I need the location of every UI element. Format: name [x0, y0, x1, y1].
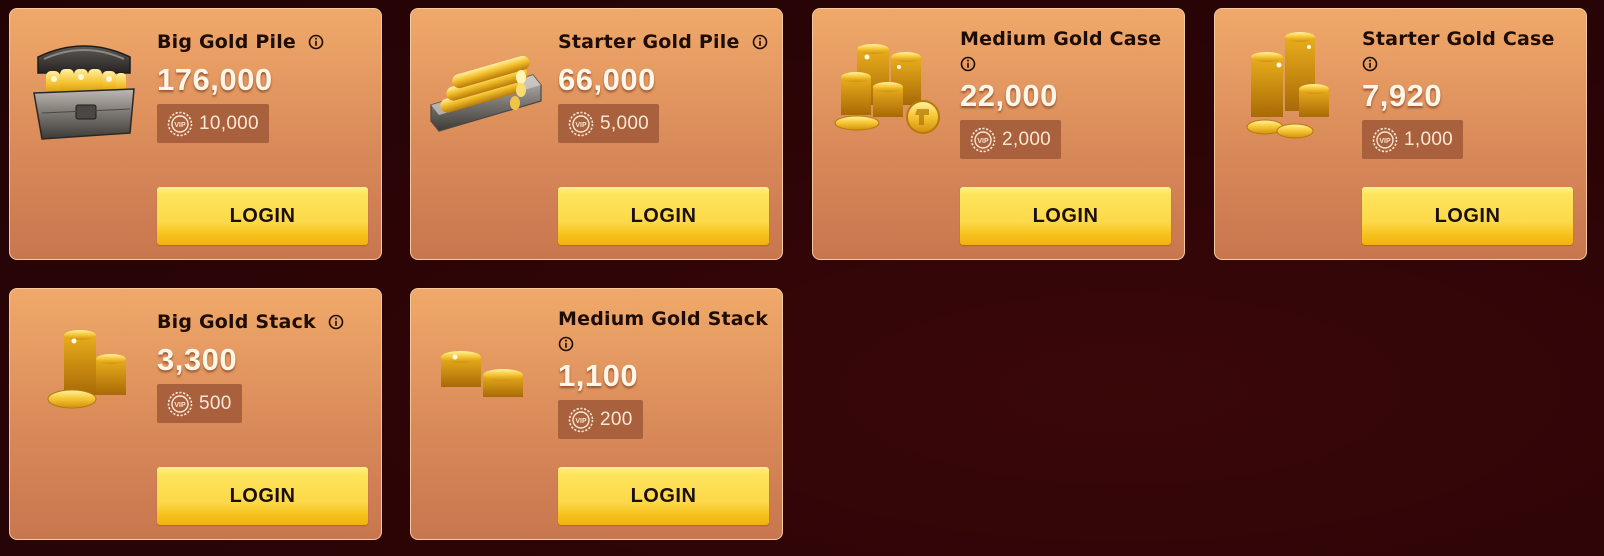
login-button[interactable]: LOGIN [960, 187, 1171, 245]
login-button[interactable]: LOGIN [558, 187, 769, 245]
gold-chest-icon [33, 45, 135, 140]
package-card: Big Gold Pile 176,000 VIP 10,000 LOGIN [9, 8, 382, 260]
vip-points-value: 5,000 [600, 112, 650, 134]
info-icon[interactable] [308, 34, 324, 50]
gold-packages-grid: Big Gold Pile 176,000 VIP 10,000 LOGIN S… [0, 0, 1604, 556]
gold-coin-stack-icon [47, 330, 126, 409]
gold-amount: 7,920 [1362, 78, 1443, 113]
vip-points-value: 1,000 [1404, 128, 1454, 150]
package-title: Starter Gold Case [1362, 28, 1555, 50]
package-title: Big Gold Stack [157, 311, 316, 333]
gold-amount: 66,000 [558, 62, 656, 97]
package-title: Medium Gold Case [960, 28, 1162, 50]
gold-amount: 22,000 [960, 78, 1058, 113]
login-button[interactable]: LOGIN [1362, 187, 1573, 245]
gold-amount: 3,300 [157, 342, 238, 377]
login-button[interactable]: LOGIN [157, 187, 368, 245]
svg-text:VIP: VIP [977, 138, 989, 145]
package-card: Starter Gold Case 7,920 VIP 1,000 LOGIN [1214, 8, 1587, 260]
gold-amount: 176,000 [157, 62, 273, 97]
vip-points-badge: VIP 500 [157, 384, 242, 423]
login-button-label: LOGIN [1032, 204, 1099, 227]
vip-icon: VIP [1372, 127, 1398, 152]
svg-text:VIP: VIP [1379, 138, 1391, 145]
vip-points-badge: VIP 1,000 [1362, 120, 1464, 159]
vip-points-value: 2,000 [1002, 128, 1052, 150]
svg-text:VIP: VIP [575, 122, 587, 129]
login-button[interactable]: LOGIN [558, 467, 769, 525]
login-button-label: LOGIN [229, 484, 296, 507]
package-card: Medium Gold Case 22,000 VIP 2,000 LOGIN [812, 8, 1185, 260]
package-title: Medium Gold Stack [558, 308, 769, 330]
package-card: Big Gold Stack 3,300 VIP 500 LOGIN [9, 288, 382, 540]
vip-icon: VIP [167, 111, 193, 136]
login-button-label: LOGIN [1434, 204, 1501, 227]
vip-points-badge: VIP 2,000 [960, 120, 1062, 159]
gold-coin-stacks-icon [834, 44, 940, 134]
vip-points-badge: VIP 5,000 [558, 104, 660, 143]
login-button[interactable]: LOGIN [157, 467, 368, 525]
vip-points-value: 200 [600, 408, 633, 430]
vip-points-value: 500 [199, 392, 232, 414]
info-icon[interactable] [328, 314, 344, 330]
info-icon[interactable] [752, 34, 768, 50]
vip-points-badge: VIP 200 [558, 400, 643, 439]
gold-coin-small-stack-icon [441, 351, 523, 397]
vip-icon: VIP [167, 391, 193, 416]
vip-icon: VIP [568, 407, 594, 432]
info-icon[interactable] [1362, 56, 1378, 72]
package-card: Starter Gold Pile 66,000 VIP 5,000 LOGIN [410, 8, 783, 260]
vip-points-badge: VIP 10,000 [157, 104, 269, 143]
login-button-label: LOGIN [229, 204, 296, 227]
svg-text:VIP: VIP [174, 402, 186, 409]
info-icon[interactable] [558, 336, 574, 352]
info-icon[interactable] [960, 56, 976, 72]
gold-coin-tower-icon [1246, 32, 1329, 139]
vip-points-value: 10,000 [199, 112, 259, 134]
gold-amount: 1,100 [558, 358, 639, 393]
vip-icon: VIP [970, 127, 996, 152]
login-button-label: LOGIN [630, 204, 697, 227]
svg-text:VIP: VIP [575, 418, 587, 425]
package-title: Big Gold Pile [157, 31, 297, 53]
package-title: Starter Gold Pile [558, 31, 740, 53]
gold-bars-tray-icon [430, 55, 542, 132]
login-button-label: LOGIN [630, 484, 697, 507]
package-card: Medium Gold Stack 1,100 VIP 200 LOGIN [410, 288, 783, 540]
svg-text:VIP: VIP [174, 122, 186, 129]
vip-icon: VIP [568, 111, 594, 136]
